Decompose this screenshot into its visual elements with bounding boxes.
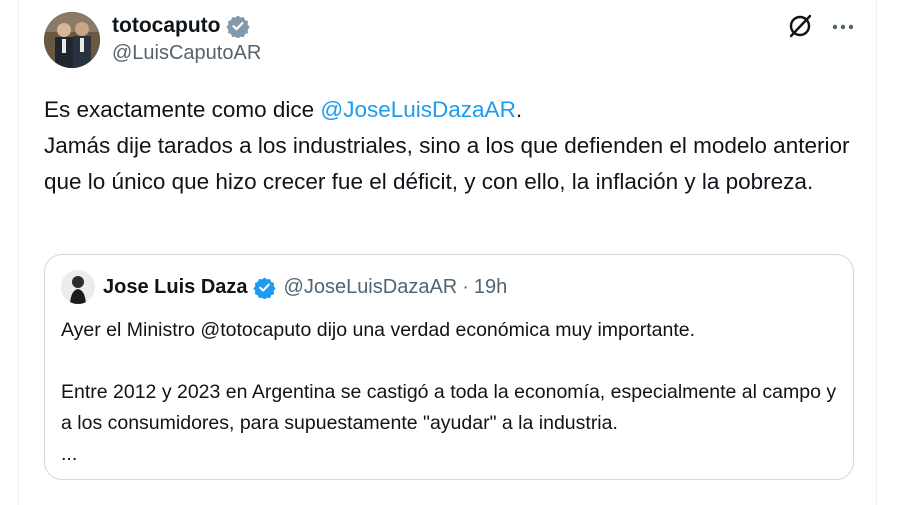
quoted-handle[interactable]: @JoseLuisDazaAR [284, 276, 458, 299]
quoted-ellipsis: ... [61, 443, 78, 465]
tweet-text-prefix: Es exactamente como dice [44, 97, 321, 122]
more-icon[interactable] [830, 14, 856, 40]
author-avatar[interactable] [44, 12, 100, 68]
mention-link[interactable]: @JoseLuisDazaAR [320, 97, 515, 122]
quoted-author-avatar[interactable] [61, 270, 95, 304]
quoted-tweet-card[interactable]: Jose Luis Daza @JoseLuisDazaAR · 19h Aye… [44, 254, 854, 480]
quoted-text: Ayer el Ministro @totocaputo dijo una ve… [61, 315, 841, 470]
tweet-text-body: Jamás dije tarados a los industriales, s… [44, 133, 850, 194]
author-handle[interactable]: @LuisCaputoAR [112, 42, 261, 65]
quoted-display-name[interactable]: Jose Luis Daza [103, 276, 248, 299]
quoted-paragraph-1: Ayer el Ministro @totocaputo dijo una ve… [61, 319, 696, 341]
timeline-border-left [18, 0, 19, 505]
blue-verified-badge-icon[interactable] [252, 276, 276, 300]
timeline-border-right [876, 0, 877, 505]
author-display-name[interactable]: totocaputo [112, 14, 220, 38]
quoted-header: Jose Luis Daza @JoseLuisDazaAR · 19h [103, 273, 507, 301]
gray-verified-badge-icon[interactable] [226, 14, 251, 39]
tweet-text-period: . [515, 97, 523, 122]
author-name-row: totocaputo [112, 12, 251, 40]
quoted-paragraph-2: Entre 2012 y 2023 en Argentina se castig… [61, 381, 837, 434]
quoted-separator: · [462, 275, 469, 298]
tweet-text: Es exactamente como dice @JoseLuisDazaAR… [44, 92, 864, 200]
quoted-timestamp[interactable]: 19h [474, 276, 507, 299]
grok-icon[interactable] [786, 12, 814, 40]
